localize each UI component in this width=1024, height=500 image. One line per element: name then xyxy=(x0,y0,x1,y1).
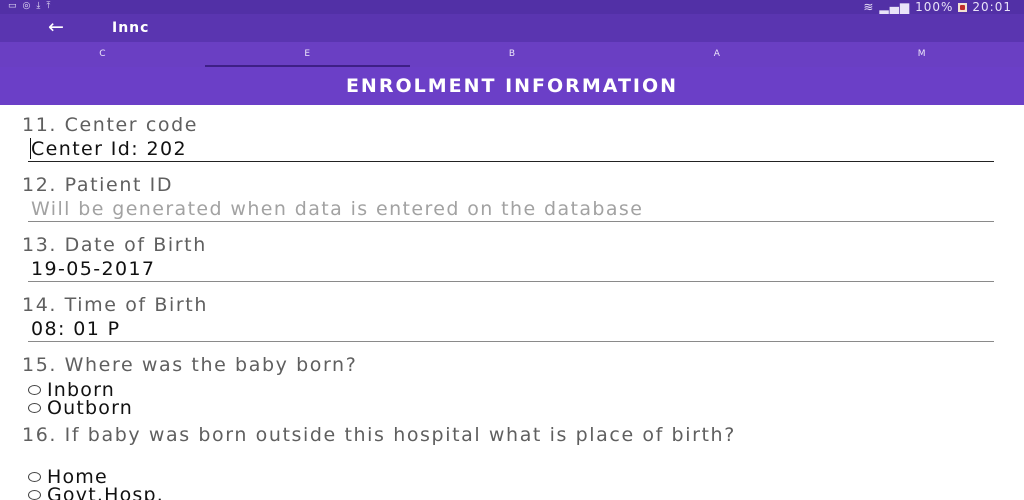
section-title: ENROLMENT INFORMATION xyxy=(0,67,1024,105)
tab-a[interactable]: A xyxy=(614,42,819,67)
center-code-field[interactable]: Center Id: 202 xyxy=(28,136,994,162)
patient-id-field[interactable]: Will be generated when data is entered o… xyxy=(28,196,994,222)
place-of-birth-label: 16. If baby was born outside this hospit… xyxy=(22,424,736,446)
app-title: Innc xyxy=(112,20,150,36)
time-of-birth-value: 08: 01 P xyxy=(31,318,121,340)
birth-location-label: 15. Where was the baby born? xyxy=(22,354,358,376)
clock: 20:01 xyxy=(972,0,1012,14)
date-of-birth-label: 13. Date of Birth xyxy=(22,234,207,256)
radio-circle-icon xyxy=(28,403,41,413)
tab-e[interactable]: E xyxy=(204,42,410,67)
date-of-birth-field[interactable]: 19-05-2017 xyxy=(28,256,994,282)
center-code-label: 11. Center code xyxy=(22,114,199,136)
back-arrow-icon[interactable]: ← xyxy=(48,15,64,39)
patient-id-placeholder: Will be generated when data is entered o… xyxy=(31,198,644,220)
center-code-value: Center Id: 202 xyxy=(31,138,187,160)
status-bar: ▭ ◎ ⤓ ⤒ ≋ ▂▄▆ 100% 20:01 xyxy=(0,0,1024,14)
battery-percent: 100% xyxy=(915,0,954,14)
date-of-birth-value: 19-05-2017 xyxy=(31,258,156,280)
status-right-area: ≋ ▂▄▆ 100% 20:01 xyxy=(863,0,1012,14)
patient-id-label: 12. Patient ID xyxy=(22,174,174,196)
status-notification-icons: ▭ ◎ ⤓ ⤒ xyxy=(8,1,50,12)
sync-icon: ◎ xyxy=(22,1,31,11)
radio-outborn[interactable]: Outborn xyxy=(28,398,133,418)
upload-icon: ⤒ xyxy=(46,1,51,11)
time-of-birth-field[interactable]: 08: 01 P xyxy=(28,316,994,342)
radio-circle-icon xyxy=(28,472,41,482)
gallery-icon: ▭ xyxy=(8,1,17,11)
radio-circle-icon xyxy=(28,490,41,500)
tab-b[interactable]: B xyxy=(410,42,615,67)
battery-icon xyxy=(958,2,968,12)
app-bar: ← Innc xyxy=(0,14,1024,42)
download-icon: ⤓ xyxy=(36,1,41,11)
radio-govt-hosp-label: Govt.Hosp. xyxy=(47,484,164,500)
radio-circle-icon xyxy=(28,385,41,395)
signal-icon: ▂▄▆ xyxy=(879,0,911,14)
wifi-icon: ≋ xyxy=(863,0,875,14)
radio-govt-hosp[interactable]: Govt.Hosp. xyxy=(28,485,164,500)
tab-m[interactable]: M xyxy=(819,42,1024,67)
radio-outborn-label: Outborn xyxy=(47,397,134,419)
tab-bar: C E B A M xyxy=(0,42,1024,67)
time-of-birth-label: 14. Time of Birth xyxy=(22,294,208,316)
tab-c[interactable]: C xyxy=(0,42,205,67)
